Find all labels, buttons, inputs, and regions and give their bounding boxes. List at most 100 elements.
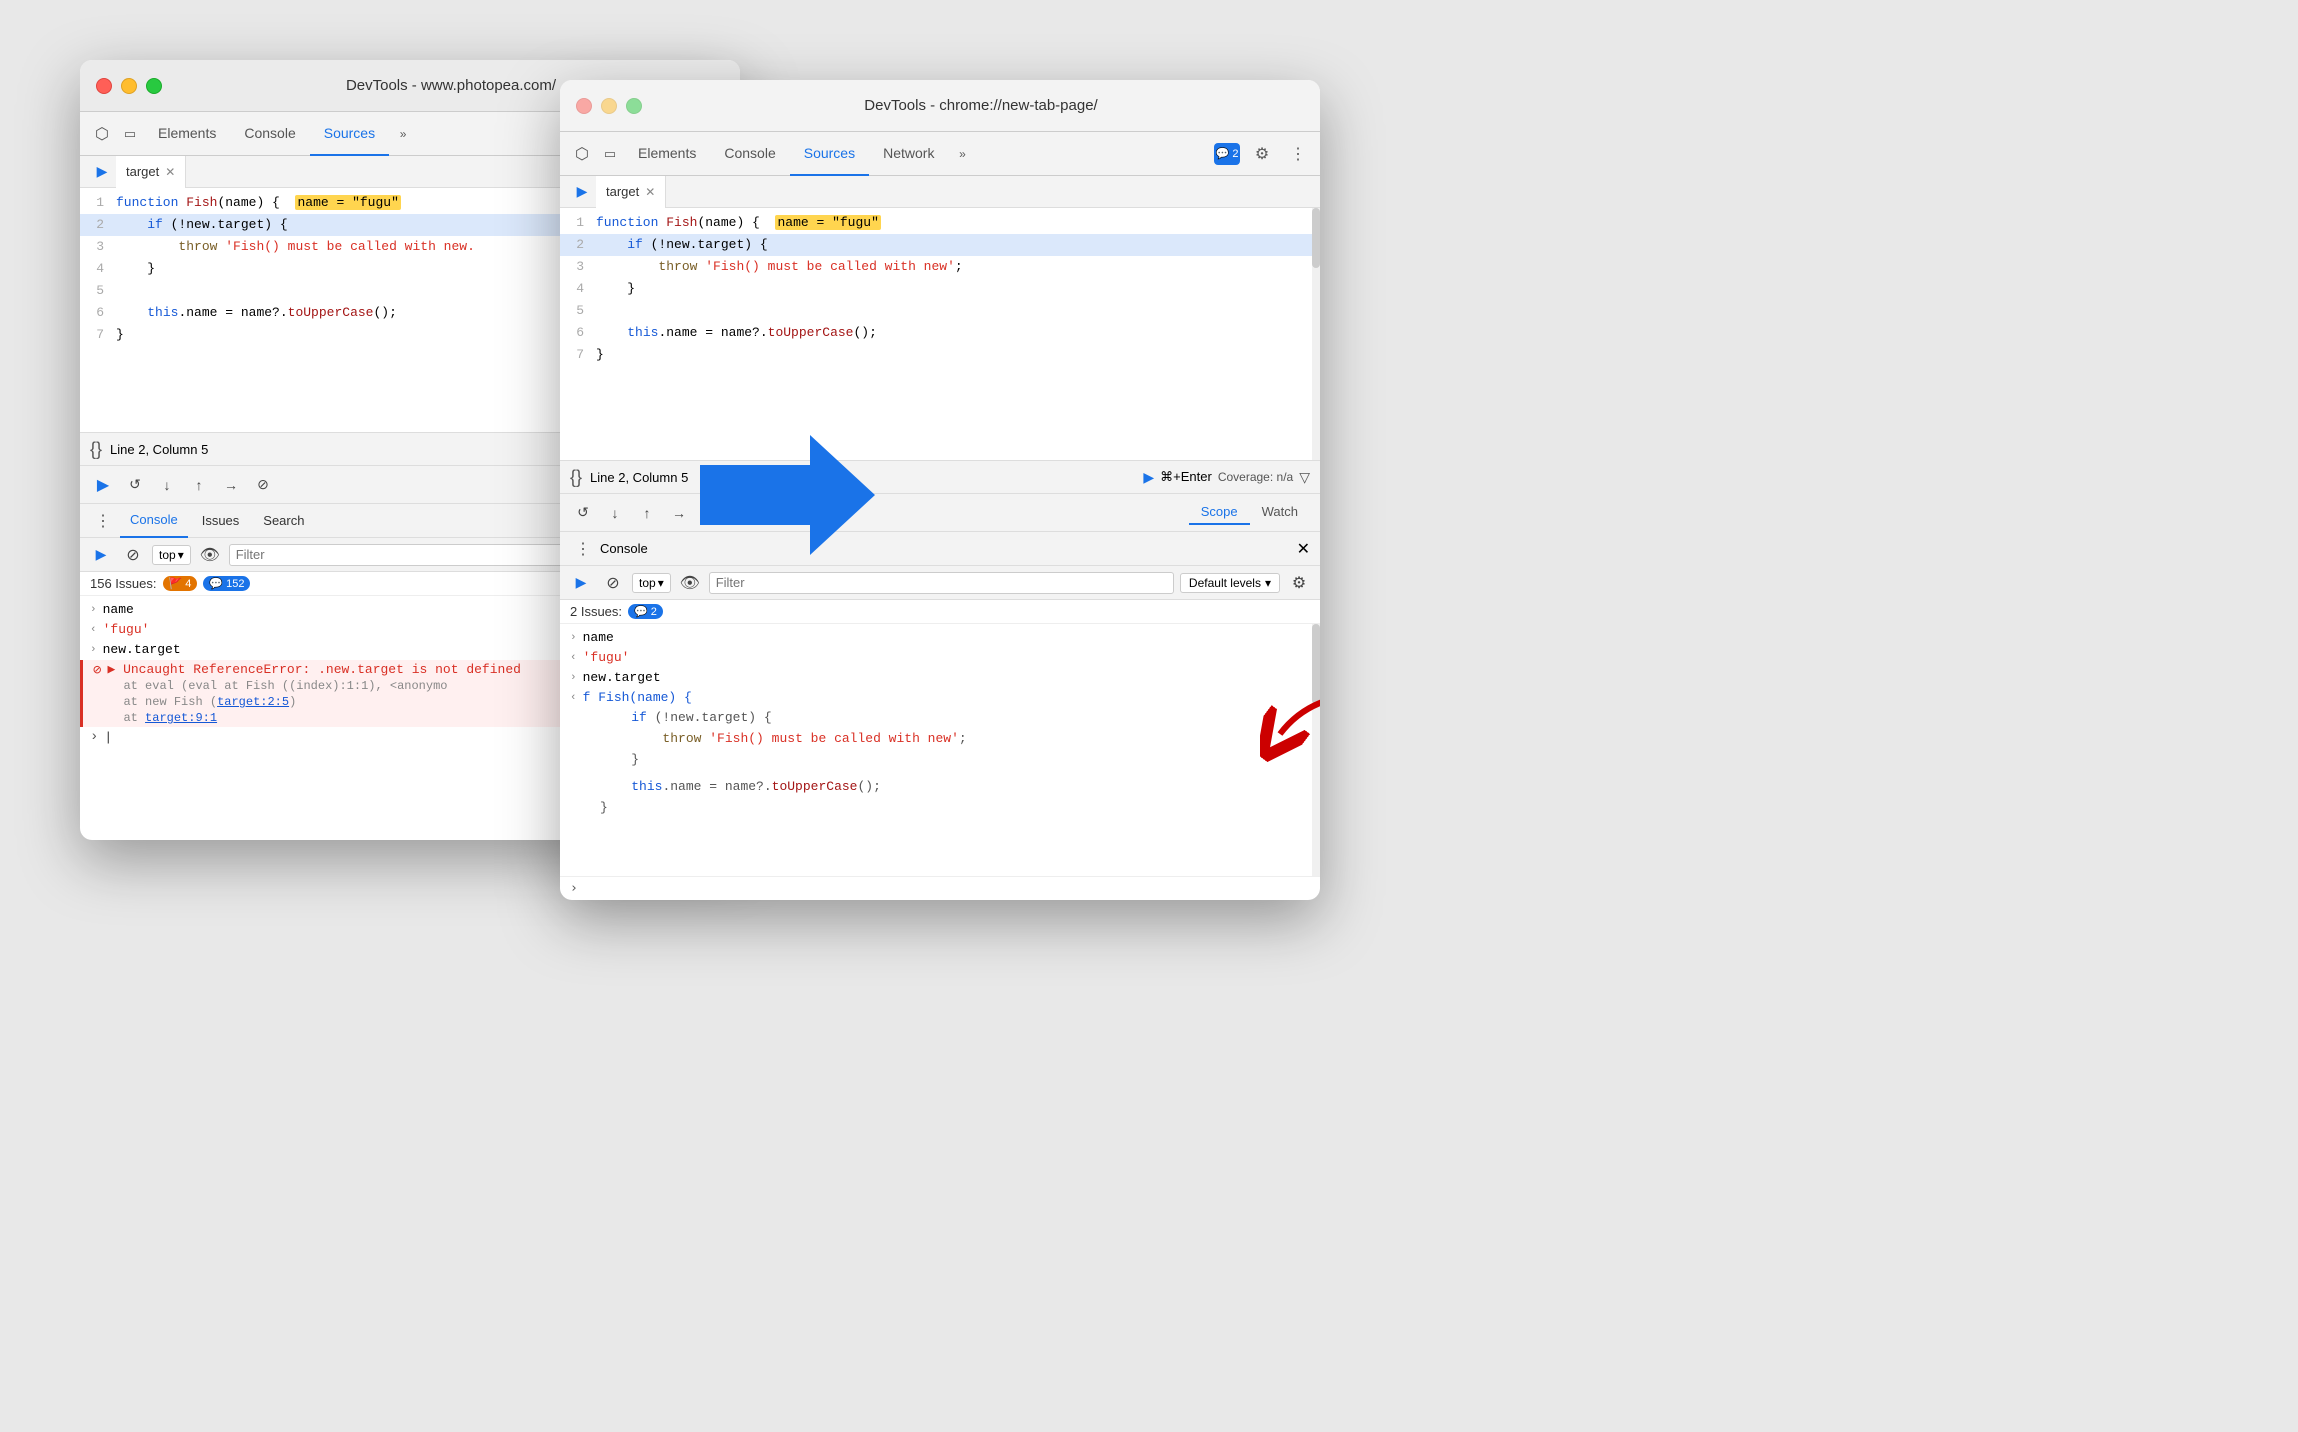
more-tabs-icon-2[interactable]: » — [948, 140, 976, 168]
maximize-button[interactable] — [146, 78, 162, 94]
top-chevron-1: ▾ — [178, 548, 184, 562]
resume-icon-1[interactable]: ▶ — [88, 158, 116, 186]
minimize-button[interactable] — [121, 78, 137, 94]
step-back-btn-2[interactable]: ↺ — [570, 500, 596, 526]
top-label-1: top — [159, 548, 176, 562]
more-tabs-icon-1[interactable]: » — [389, 120, 417, 148]
device-icon-2[interactable]: ▭ — [596, 140, 624, 168]
step-out-btn-2[interactable]: ↑ — [634, 500, 660, 526]
step-out-btn-1[interactable]: ↑ — [186, 472, 212, 498]
cursor-icon-2[interactable]: ⬡ — [568, 140, 596, 168]
tab-console-2[interactable]: Console — [710, 132, 789, 176]
error-icon-1: ⊘ — [93, 662, 101, 679]
default-levels-btn-2[interactable]: Default levels ▾ — [1180, 573, 1280, 593]
issues-tab-1[interactable]: Issues — [192, 504, 250, 538]
block-icon-2[interactable]: ⊘ — [600, 570, 626, 596]
code-line-w2-7: 7 } — [560, 344, 1320, 366]
resume-icon-2[interactable]: ▶ — [568, 178, 596, 206]
code-line-w2-4: 4 } — [560, 278, 1320, 300]
console-toolbar-2: ▶ ⊘ top ▾ 👁 Default levels ▾ ⚙ — [560, 566, 1320, 600]
top-selector-1[interactable]: top ▾ — [152, 545, 191, 565]
tab-sources-2[interactable]: Sources — [790, 132, 869, 176]
console-cursor-1[interactable]: | — [104, 730, 112, 745]
code-line-w2-1: 1 function Fish(name) { name = "fugu" — [560, 212, 1320, 234]
more-icon-2[interactable]: ⋮ — [1284, 140, 1312, 168]
debugger-controls-2: ↺ ↓ ↑ → ⊘ Scope Watch — [560, 494, 1320, 532]
source-tab-target-1[interactable]: target ✕ — [116, 156, 186, 188]
eye-icon-1[interactable]: 👁 — [197, 542, 223, 568]
scope-tabs-2: Scope Watch — [1189, 500, 1310, 525]
clear-console-btn-2[interactable]: ▶ — [568, 570, 594, 596]
deactivate-btn-1[interactable]: ⊘ — [250, 472, 276, 498]
close-button-2[interactable] — [576, 98, 592, 114]
minimize-button-2[interactable] — [601, 98, 617, 114]
devtools-window-2: DevTools - chrome://new-tab-page/ ⬡ ▭ El… — [560, 80, 1320, 900]
source-tab-close-2[interactable]: ✕ — [645, 185, 655, 199]
error-stack-3: at target:9:1 — [107, 711, 521, 725]
error-stack-2: at new Fish (target:2:5) — [107, 695, 521, 709]
step-btn-1[interactable]: → — [218, 472, 244, 498]
code-scrollbar-2[interactable] — [1312, 208, 1320, 460]
step-btn-2[interactable]: → — [666, 500, 692, 526]
curly-braces-icon-1: {} — [90, 439, 102, 460]
tab-sources-1[interactable]: Sources — [310, 112, 389, 156]
console-filter-input-2[interactable] — [709, 572, 1174, 594]
gear-console-icon-2[interactable]: ⚙ — [1286, 570, 1312, 596]
resume-debugger-btn-1[interactable]: ▶ — [90, 472, 116, 498]
maximize-button-2[interactable] — [626, 98, 642, 114]
source-tab-close-1[interactable]: ✕ — [165, 165, 175, 179]
close-console-btn-2[interactable]: ✕ — [1297, 539, 1310, 559]
window-title-2: DevTools - chrome://new-tab-page/ — [658, 97, 1304, 114]
cursor-icon[interactable]: ⬡ — [88, 120, 116, 148]
code-line-w2-3: 3 throw 'Fish() must be called with new'… — [560, 256, 1320, 278]
code-line-w2-2: 2 if (!new.target) { — [560, 234, 1320, 256]
console-row-code-2: if (!new.target) { throw 'Fish() must be… — [560, 708, 1320, 817]
console-row-fugu-2: ‹ 'fugu' — [560, 648, 1320, 668]
code-line-w2-5: 5 — [560, 300, 1320, 322]
tab-network-2[interactable]: Network — [869, 132, 948, 176]
default-levels-chevron-2: ▾ — [1265, 576, 1271, 590]
issues-count-text-1: 156 Issues: — [90, 576, 157, 591]
scrollbar-thumb-2[interactable] — [1312, 208, 1320, 268]
search-tab-1[interactable]: Search — [253, 504, 314, 538]
top-selector-2[interactable]: top ▾ — [632, 573, 671, 593]
block-icon-1[interactable]: ⊘ — [120, 542, 146, 568]
issues-bar-2: 2 Issues: 💬 2 — [560, 600, 1320, 624]
device-icon[interactable]: ▭ — [116, 120, 144, 148]
chat-badge-2: 💬 2 — [1214, 143, 1240, 165]
tab-elements-2[interactable]: Elements — [624, 132, 710, 176]
red-arrow-annotation — [1260, 684, 1320, 768]
eye-icon-2[interactable]: 👁 — [677, 570, 703, 596]
traffic-lights-2 — [576, 98, 642, 114]
warning-badge-1: 🚩 4 — [163, 576, 198, 591]
devtools-toolbar-2: ⬡ ▭ Elements Console Sources Network » 💬… — [560, 132, 1320, 176]
clear-console-btn-1[interactable]: ▶ — [88, 542, 114, 568]
source-tab-target-2[interactable]: target ✕ — [596, 176, 666, 208]
tab-elements-1[interactable]: Elements — [144, 112, 230, 156]
console-panel-title-2: Console — [600, 541, 648, 556]
console-row-text-fugu-2: 'fugu' — [583, 650, 630, 665]
console-prompt-1: › — [90, 729, 98, 745]
debugger-bar-2: {} Line 2, Column 5 ▶ ⌘+Enter Coverage: … — [560, 460, 1320, 494]
console-menu-icon-2[interactable]: ⋮ — [570, 536, 596, 562]
code-line-w2-6: 6 this.name = name?.toUpperCase(); — [560, 322, 1320, 344]
scope-tab-2[interactable]: Scope — [1189, 500, 1250, 525]
source-tab-label-2: target — [606, 184, 639, 199]
coverage-label-2: Coverage: n/a — [1218, 470, 1293, 484]
console-content-2: › name ‹ 'fugu' › new.target ‹ — [560, 624, 1320, 876]
watch-tab-2[interactable]: Watch — [1250, 500, 1310, 525]
console-tab-1[interactable]: Console — [120, 504, 188, 538]
close-button[interactable] — [96, 78, 112, 94]
console-bottom-line-2: › — [560, 876, 1320, 900]
step-into-btn-2[interactable]: ↓ — [602, 500, 628, 526]
run-icon-2[interactable]: ▶ — [1143, 469, 1154, 486]
filter-icon-2[interactable]: ▽ — [1299, 469, 1310, 486]
top-chevron-2: ▾ — [658, 576, 664, 590]
step-into-btn-1[interactable]: ↓ — [154, 472, 180, 498]
debugger-position-1: Line 2, Column 5 — [110, 442, 208, 457]
gear-icon-2[interactable]: ⚙ — [1248, 140, 1276, 168]
console-menu-icon-1[interactable]: ⋮ — [90, 508, 116, 534]
step-over-btn-1[interactable]: ↺ — [122, 472, 148, 498]
code-area-2: 1 function Fish(name) { name = "fugu" 2 … — [560, 208, 1320, 460]
tab-console-1[interactable]: Console — [230, 112, 309, 156]
